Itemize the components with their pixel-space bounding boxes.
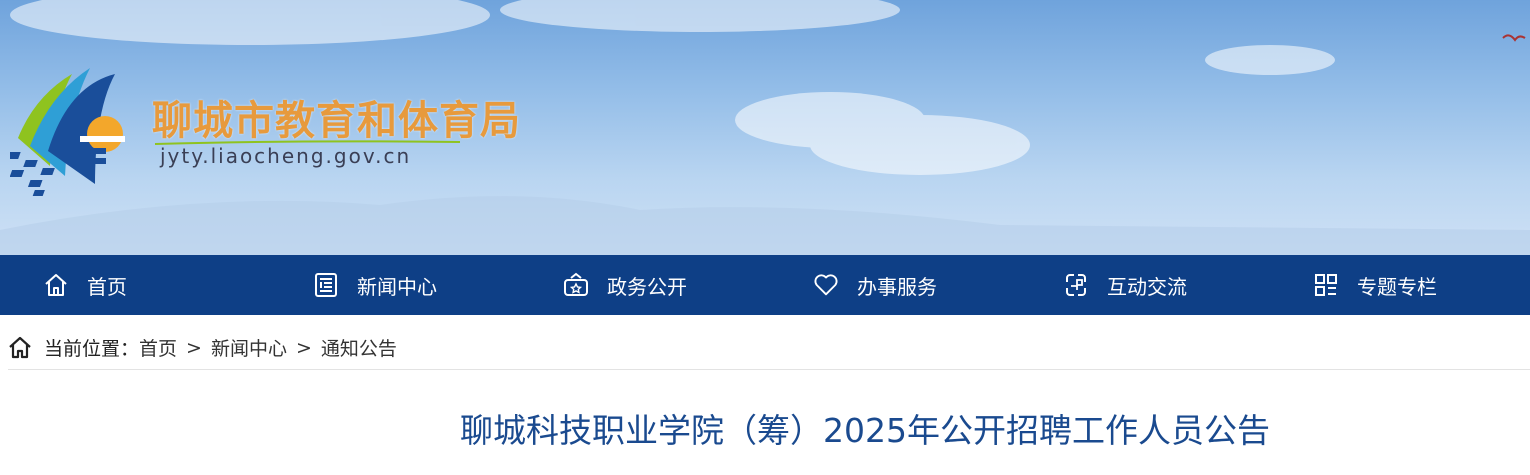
nav-item-label: 新闻中心 [357, 274, 437, 299]
home-icon [8, 336, 32, 360]
article-title: 聊城科技职业学院（筹）2025年公开招聘工作人员公告 [460, 411, 1270, 450]
nav-item-home[interactable]: 首页 [0, 255, 250, 315]
bird-icon [1502, 34, 1526, 42]
nav-item-interaction[interactable]: 互动交流 [1000, 255, 1250, 315]
newspaper-icon [313, 272, 339, 298]
nav-item-label: 互动交流 [1107, 274, 1187, 299]
breadcrumb-link-news[interactable]: 新闻中心 [211, 334, 287, 361]
nav-item-label: 办事服务 [857, 274, 937, 299]
header-banner: 聊城市教育和体育局 jyty.liaocheng.gov.cn [0, 0, 1530, 255]
liaocheng-education-logo-icon [10, 68, 125, 196]
main-navigation: 首页 新闻中心 政务公开 办事服务 互动交流 专题专栏 [0, 255, 1530, 315]
nav-item-label: 专题专栏 [1357, 274, 1437, 299]
nav-item-label: 政务公开 [607, 274, 687, 299]
home-icon [43, 272, 69, 298]
breadcrumb-separator: > [295, 336, 312, 359]
interaction-icon [1063, 272, 1089, 298]
breadcrumb-prefix: 当前位置： [44, 338, 140, 360]
nav-item-government[interactable]: 政务公开 [500, 255, 750, 315]
nav-item-news[interactable]: 新闻中心 [250, 255, 500, 315]
breadcrumb-link-notices[interactable]: 通知公告 [321, 334, 397, 361]
government-icon [563, 272, 589, 298]
nav-item-label: 首页 [87, 274, 127, 299]
breadcrumb: 当前位置： 首页 > 新闻中心 > 通知公告 [8, 326, 1530, 370]
grid-icon [1313, 272, 1339, 298]
breadcrumb-separator: > [186, 336, 202, 359]
nav-item-special-topics[interactable]: 专题专栏 [1250, 255, 1500, 315]
nav-item-services[interactable]: 办事服务 [750, 255, 1000, 315]
site-domain: jyty.liaocheng.gov.cn [160, 144, 412, 168]
breadcrumb-link-home[interactable]: 首页 [139, 334, 177, 361]
heart-icon [813, 272, 839, 298]
